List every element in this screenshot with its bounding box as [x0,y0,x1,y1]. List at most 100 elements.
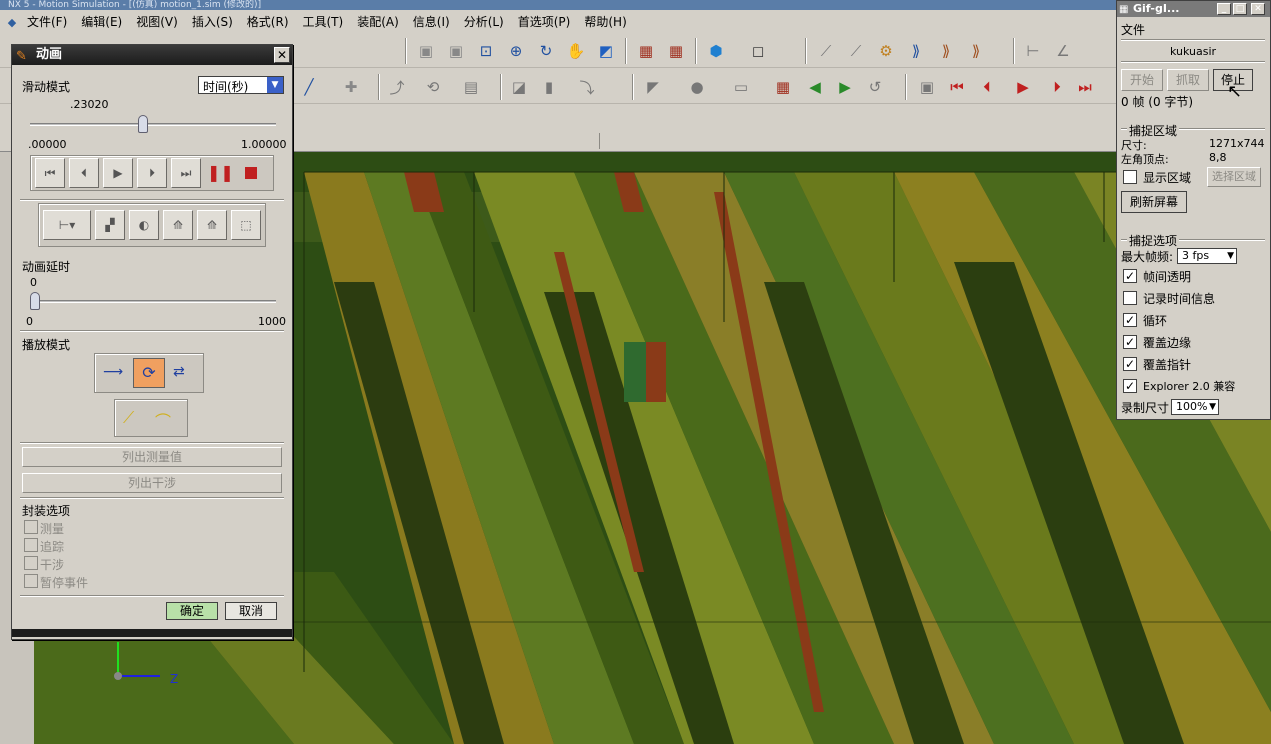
menu-view[interactable]: 视图(V) [129,11,185,33]
coupler-icon[interactable]: ⟲ [420,74,446,100]
play-icon[interactable]: ▶ [1010,74,1036,100]
gif-start-button[interactable]: 开始 [1121,69,1163,91]
show-area-checkbox[interactable] [1123,170,1137,184]
max-fps-select[interactable]: 3 fps ▼ [1177,248,1237,264]
snap-icon[interactable]: ⟫ [903,38,929,64]
option-checkbox-0[interactable]: ✓ [1123,269,1137,283]
rewind-start-button[interactable]: ⏮ [35,158,65,188]
forward-arrow-icon[interactable]: ▶ [832,74,858,100]
list-interference-button[interactable]: 列出干涉 [22,473,282,493]
trace-tool-button[interactable]: ▞ [95,210,125,240]
dialog-titlebar[interactable]: ✎ 动画 ✕ [12,45,292,65]
layer-icon[interactable]: ▦ [633,38,659,64]
minimize-button[interactable]: _ [1217,3,1231,15]
force-icon[interactable]: ⤵ [574,74,600,100]
chevron-down-icon[interactable]: ▼ [267,77,283,93]
rewind-start-icon[interactable]: ⏮ [944,74,970,100]
layer-settings-icon[interactable]: ▦ [663,38,689,64]
maximize-button[interactable]: □ [1233,3,1247,15]
measure-angle-icon[interactable]: ∠ [1050,38,1076,64]
spring-icon[interactable]: ◪ [506,74,532,100]
measure-checkbox[interactable] [24,520,38,534]
step-back-icon[interactable]: ⏴ [974,74,1000,100]
option-checkbox-1[interactable] [1123,291,1137,305]
loop-mode-icon[interactable]: ⟳ [133,358,165,388]
point-icon[interactable]: ✚ [338,74,364,100]
option-checkbox-5[interactable]: ✓ [1123,379,1137,393]
gif-close-button[interactable]: ✕ [1251,3,1265,15]
reset-icon[interactable]: ↺ [862,74,888,100]
record-size-select[interactable]: 100% ▼ [1171,399,1219,415]
ok-button[interactable]: 确定 [166,602,218,620]
step-forward-button[interactable]: ⏵ [137,158,167,188]
fast-forward-button[interactable]: ⏭ [171,158,201,188]
menu-edit[interactable]: 编辑(E) [74,11,129,33]
gif-file-menu[interactable]: 文件 [1121,21,1145,38]
zoom-icon[interactable]: ⊕ [503,38,529,64]
motion-curve-icon[interactable]: ⌒ [155,408,171,432]
list-measurements-button[interactable]: 列出测量值 [22,447,282,467]
frame-icon[interactable]: ▣ [443,38,469,64]
ping-pong-icon[interactable]: ⇄ [173,364,185,380]
option-checkbox-4[interactable]: ✓ [1123,357,1137,371]
interference-checkbox[interactable] [24,556,38,570]
measure-distance-icon[interactable]: ⊢ [1020,38,1046,64]
menu-preferences[interactable]: 首选项(P) [511,11,578,33]
gif-titlebar[interactable]: ▦ Gif-gI... _ □ ✕ [1117,1,1270,17]
refresh-screen-button[interactable]: 刷新屏幕 [1121,191,1187,213]
delay-slider-thumb[interactable] [30,292,40,310]
perspective-icon[interactable]: ◩ [593,38,619,64]
pause-button[interactable]: ❚❚ [207,163,234,182]
option-checkbox-2[interactable]: ✓ [1123,313,1137,327]
menu-help[interactable]: 帮助(H) [577,11,633,33]
back-arrow-icon[interactable]: ◀ [802,74,828,100]
view-orient-icon[interactable]: ◻ [745,38,771,64]
joint-icon[interactable]: ⤴ [384,74,410,100]
stop-button[interactable] [245,167,257,179]
play-once-icon[interactable]: ⟶ [103,364,123,380]
pause-event-tool-button[interactable]: ⟰ [163,210,193,240]
delay-slider-track[interactable] [30,300,276,303]
menu-analysis[interactable]: 分析(L) [457,11,511,33]
zoom-window-icon[interactable]: ⊡ [473,38,499,64]
menu-insert[interactable]: 插入(S) [185,11,240,33]
damper-icon[interactable]: ▮ [536,74,562,100]
animation-icon[interactable]: ▣ [914,74,940,100]
rotate-icon[interactable]: ↻ [533,38,559,64]
play-button[interactable]: ▶ [103,158,133,188]
time-slider-track[interactable] [30,123,276,126]
option-checkbox-3[interactable]: ✓ [1123,335,1137,349]
menu-assembly[interactable]: 装配(A) [350,11,406,33]
snap-end-icon[interactable]: ⟫ [933,38,959,64]
step-forward-icon[interactable]: ⏵ [1044,74,1070,100]
snap-mid-icon[interactable]: ⟫ [963,38,989,64]
menu-format[interactable]: 格式(R) [240,11,296,33]
measure-tool-button[interactable]: ⊢▾ [43,210,91,240]
interference-tool-button[interactable]: ◐ [129,210,159,240]
menu-file[interactable]: 文件(F) [20,11,74,33]
pan-icon[interactable]: ✋ [563,38,589,64]
select-curve-icon[interactable]: ⟋ [843,38,869,64]
contact-icon[interactable]: ◤ [640,74,666,100]
gif-grab-button[interactable]: 抓取 [1167,69,1209,91]
menu-info[interactable]: 信息(I) [406,11,457,33]
close-button[interactable]: ✕ [274,47,290,63]
fast-forward-icon[interactable]: ⏭ [1072,74,1098,100]
filter-icon[interactable]: ⚙ [873,38,899,64]
fit-view-icon[interactable]: ▣ [413,38,439,64]
line-icon[interactable]: ╱ [296,74,322,100]
step-back-button[interactable]: ⏴ [69,158,99,188]
select-point-icon[interactable]: ⟋ [813,38,839,64]
trace-checkbox[interactable] [24,538,38,552]
pause-event-checkbox[interactable] [24,574,38,588]
gear-pair-icon[interactable]: ▤ [458,74,484,100]
export-tool-button[interactable]: ⬚ [231,210,261,240]
motion-path-icon[interactable]: ⟋ [123,408,134,428]
slide-mode-select[interactable]: 时间(秒) ▼ [198,76,284,94]
time-slider-thumb[interactable] [138,115,149,133]
select-area-button[interactable]: 选择区域 [1207,167,1261,187]
mech-tool-button[interactable]: ⟰ [197,210,227,240]
menu-tools[interactable]: 工具(T) [296,11,351,33]
table-icon[interactable]: ▦ [770,74,796,100]
render-style-icon[interactable]: ⬢ [703,38,729,64]
